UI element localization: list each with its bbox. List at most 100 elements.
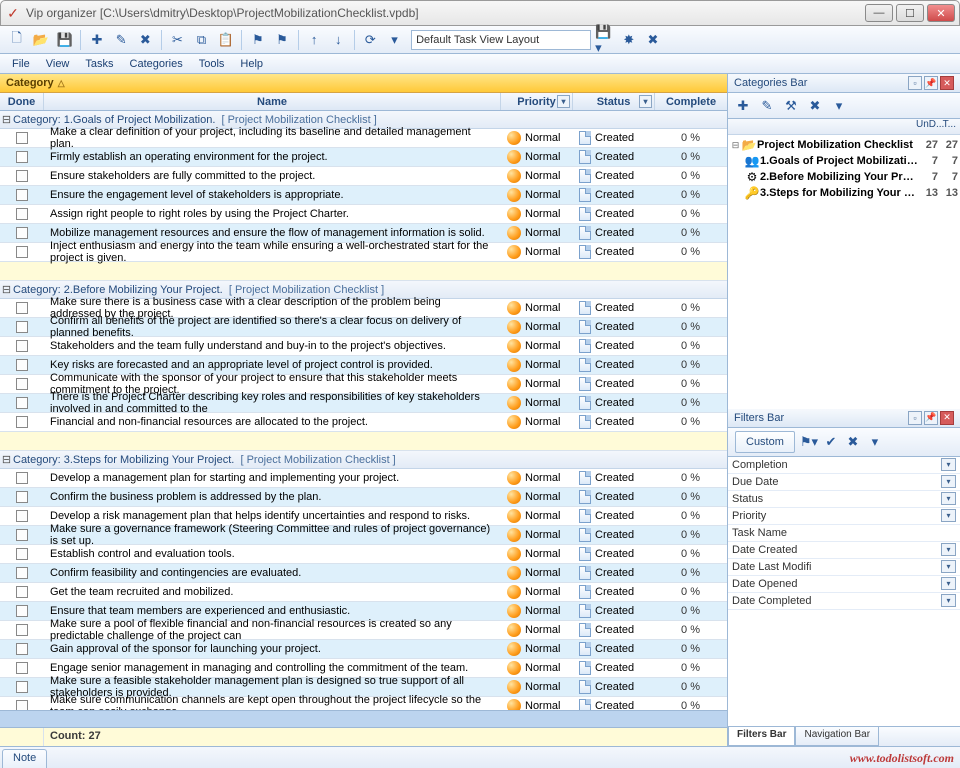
cat-tool-icon[interactable]: ⚒ bbox=[780, 95, 802, 117]
new-task-icon[interactable]: ✚ bbox=[86, 29, 107, 51]
filter-check-icon[interactable]: ✔ bbox=[820, 431, 842, 453]
task-row[interactable]: Make sure a pool of flexible financial a… bbox=[0, 621, 727, 640]
task-row[interactable]: Confirm feasibility and contingencies ar… bbox=[0, 564, 727, 583]
checkbox[interactable] bbox=[16, 416, 28, 428]
panel-pin-icon[interactable]: 📌 bbox=[924, 411, 938, 425]
filter-more-icon[interactable]: ▾ bbox=[864, 431, 886, 453]
filter-dropdown-icon[interactable]: ▾ bbox=[941, 560, 956, 573]
checkbox[interactable] bbox=[16, 397, 28, 409]
filter-row[interactable]: Date Created▾ bbox=[728, 542, 960, 559]
cat-more-icon[interactable]: ▾ bbox=[828, 95, 850, 117]
filter-row[interactable]: Priority▾ bbox=[728, 508, 960, 525]
done-cell[interactable] bbox=[0, 337, 44, 355]
filter-dropdown-icon[interactable]: ▾ bbox=[941, 577, 956, 590]
done-cell[interactable] bbox=[0, 148, 44, 166]
layout-tool-icon[interactable]: ✸ bbox=[618, 29, 639, 51]
menu-file[interactable]: File bbox=[4, 56, 38, 72]
done-cell[interactable] bbox=[0, 224, 44, 242]
task-row[interactable]: Make a clear definition of your project,… bbox=[0, 129, 727, 148]
save-icon[interactable]: 💾 bbox=[54, 29, 75, 51]
col-done[interactable]: Done bbox=[0, 93, 44, 110]
checkbox[interactable] bbox=[16, 624, 28, 636]
checkbox[interactable] bbox=[16, 472, 28, 484]
layout-selector[interactable]: Default Task View Layout bbox=[411, 30, 591, 50]
col-name[interactable]: Name bbox=[44, 93, 501, 110]
collapse-icon[interactable]: ⊟ bbox=[0, 283, 13, 296]
collapse-icon[interactable]: ⊟ bbox=[0, 453, 13, 466]
layout-save-icon[interactable]: 💾▾ bbox=[594, 29, 615, 51]
done-cell[interactable] bbox=[0, 488, 44, 506]
tree-item[interactable]: 👥1.Goals of Project Mobilization.77 bbox=[730, 153, 958, 169]
tab-filters-bar[interactable]: Filters Bar bbox=[728, 727, 795, 746]
done-cell[interactable] bbox=[0, 129, 44, 147]
category-row[interactable]: ⊟Category: 3.Steps for Mobilizing Your P… bbox=[0, 451, 727, 469]
checkbox[interactable] bbox=[16, 378, 28, 390]
done-cell[interactable] bbox=[0, 375, 44, 393]
done-cell[interactable] bbox=[0, 299, 44, 317]
checkbox[interactable] bbox=[16, 132, 28, 144]
checkbox[interactable] bbox=[16, 662, 28, 674]
dropdown-icon[interactable]: ▾ bbox=[384, 29, 405, 51]
task-row[interactable]: Establish control and evaluation tools.N… bbox=[0, 545, 727, 564]
collapse-icon[interactable]: ⊟ bbox=[0, 113, 13, 126]
checkbox[interactable] bbox=[16, 359, 28, 371]
checkbox[interactable] bbox=[16, 548, 28, 560]
checkbox[interactable] bbox=[16, 227, 28, 239]
checkbox[interactable] bbox=[16, 700, 28, 710]
group-by-header[interactable]: Category △ bbox=[0, 74, 727, 93]
panel-close-icon[interactable]: ✕ bbox=[940, 411, 954, 425]
filter-row[interactable]: Date Opened▾ bbox=[728, 576, 960, 593]
checkbox[interactable] bbox=[16, 208, 28, 220]
done-cell[interactable] bbox=[0, 394, 44, 412]
checkbox[interactable] bbox=[16, 605, 28, 617]
filter-row[interactable]: Due Date▾ bbox=[728, 474, 960, 491]
filter-row[interactable]: Date Completed▾ bbox=[728, 593, 960, 610]
panel-menu-icon[interactable]: ▫ bbox=[908, 76, 922, 90]
menu-categories[interactable]: Categories bbox=[122, 56, 191, 72]
filter-row[interactable]: Status▾ bbox=[728, 491, 960, 508]
menu-tools[interactable]: Tools bbox=[191, 56, 233, 72]
checkbox[interactable] bbox=[16, 529, 28, 541]
filter-flag-icon[interactable]: ⚑▾ bbox=[798, 431, 820, 453]
col-status[interactable]: Status▾ bbox=[573, 93, 655, 110]
done-cell[interactable] bbox=[0, 697, 44, 710]
done-cell[interactable] bbox=[0, 659, 44, 677]
task-row[interactable]: Inject enthusiasm and energy into the te… bbox=[0, 243, 727, 262]
filter-dropdown-icon[interactable]: ▾ bbox=[941, 509, 956, 522]
filter-dropdown-icon[interactable]: ▾ bbox=[941, 475, 956, 488]
filter-row[interactable]: Completion▾ bbox=[728, 457, 960, 474]
done-cell[interactable] bbox=[0, 167, 44, 185]
category-tree[interactable]: ⊟📂Project Mobilization Checklist2727👥1.G… bbox=[728, 135, 960, 409]
panel-menu-icon[interactable]: ▫ bbox=[908, 411, 922, 425]
custom-filter-button[interactable]: Custom bbox=[735, 431, 795, 453]
menu-help[interactable]: Help bbox=[232, 56, 271, 72]
checkbox[interactable] bbox=[16, 681, 28, 693]
checkbox[interactable] bbox=[16, 246, 28, 258]
checkbox[interactable] bbox=[16, 189, 28, 201]
paste-icon[interactable]: 📋 bbox=[215, 29, 236, 51]
edit-task-icon[interactable]: ✎ bbox=[111, 29, 132, 51]
minimize-button[interactable]: — bbox=[865, 4, 893, 22]
task-row[interactable]: Firmly establish an operating environmen… bbox=[0, 148, 727, 167]
delete-task-icon[interactable]: ✖ bbox=[135, 29, 156, 51]
col-complete[interactable]: Complete bbox=[655, 93, 727, 110]
tool-icon-1[interactable]: ⚑ bbox=[247, 29, 268, 51]
task-row[interactable]: Gain approval of the sponsor for launchi… bbox=[0, 640, 727, 659]
checkbox[interactable] bbox=[16, 170, 28, 182]
maximize-button[interactable]: ☐ bbox=[896, 4, 924, 22]
filter-clear-icon[interactable]: ✖ bbox=[842, 431, 864, 453]
cat-add-icon[interactable]: ✚ bbox=[732, 95, 754, 117]
checkbox[interactable] bbox=[16, 586, 28, 598]
done-cell[interactable] bbox=[0, 318, 44, 336]
panel-pin-icon[interactable]: 📌 bbox=[924, 76, 938, 90]
tree-item[interactable]: ⚙2.Before Mobilizing Your Projec77 bbox=[730, 169, 958, 185]
filter-dropdown-icon[interactable]: ▾ bbox=[557, 95, 570, 108]
done-cell[interactable] bbox=[0, 602, 44, 620]
done-cell[interactable] bbox=[0, 678, 44, 696]
filter-dropdown-icon[interactable]: ▾ bbox=[941, 492, 956, 505]
checkbox[interactable] bbox=[16, 321, 28, 333]
task-row[interactable]: Assign right people to right roles by us… bbox=[0, 205, 727, 224]
checkbox[interactable] bbox=[16, 340, 28, 352]
close-button[interactable]: ✕ bbox=[927, 4, 955, 22]
filter-dropdown-icon[interactable]: ▾ bbox=[941, 543, 956, 556]
